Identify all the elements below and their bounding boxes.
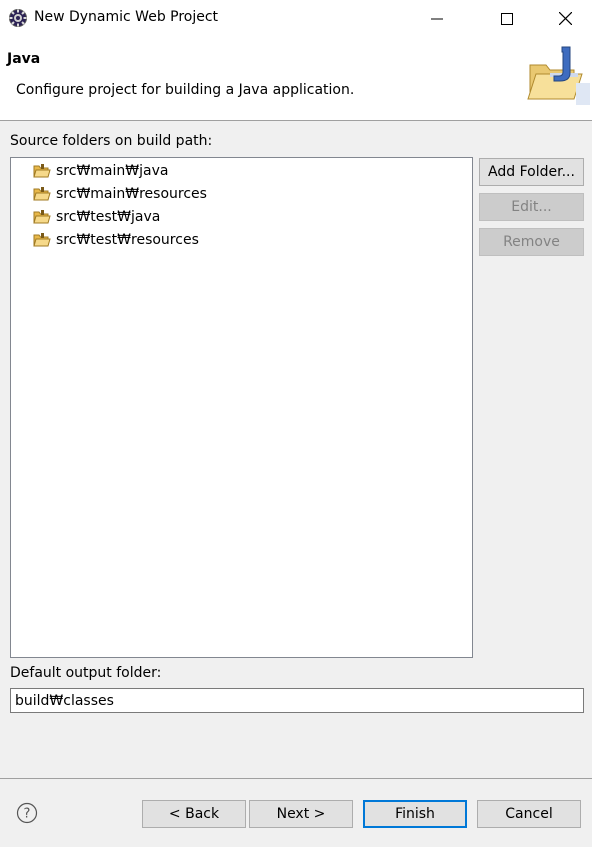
finish-button[interactable]: Finish <box>363 800 467 828</box>
tree-item-label: src₩test₩resources <box>56 232 199 248</box>
tree-item[interactable]: src₩main₩resources <box>33 184 207 204</box>
help-icon[interactable]: ? <box>16 802 38 824</box>
wizard-header: Java Configure project for building a Ja… <box>0 37 592 121</box>
minimize-button[interactable] <box>414 0 460 37</box>
source-folder-icon <box>33 187 51 201</box>
output-folder-field[interactable] <box>10 688 584 713</box>
cancel-button[interactable]: Cancel <box>477 800 581 828</box>
add-folder-button[interactable]: Add Folder... <box>479 158 584 186</box>
source-folder-icon <box>33 164 51 178</box>
output-folder-label: Default output folder: <box>10 665 162 681</box>
tree-item[interactable]: src₩test₩resources <box>33 230 199 250</box>
page-title: Java <box>7 51 41 67</box>
tree-item-label: src₩test₩java <box>56 209 161 225</box>
edit-button[interactable]: Edit... <box>479 193 584 221</box>
close-icon <box>558 12 572 25</box>
back-button[interactable]: < Back <box>142 800 246 828</box>
svg-text:?: ? <box>24 807 31 822</box>
source-folders-tree[interactable]: src₩main₩java src₩main₩resources src₩tes… <box>10 157 473 658</box>
page-description: Configure project for building a Java ap… <box>16 82 355 98</box>
java-folder-wizard-icon <box>527 46 590 105</box>
maximize-icon <box>501 12 513 25</box>
footer-separator <box>0 778 592 779</box>
title-bar: New Dynamic Web Project <box>0 0 592 37</box>
minimize-icon <box>431 18 443 19</box>
eclipse-gear-icon <box>9 9 27 27</box>
source-folder-icon <box>33 210 51 224</box>
tree-item[interactable]: src₩test₩java <box>33 207 160 227</box>
window-title: New Dynamic Web Project <box>34 9 219 25</box>
next-button[interactable]: Next > <box>249 800 353 828</box>
tree-item-label: src₩main₩java <box>56 163 169 179</box>
source-folders-label: Source folders on build path: <box>10 133 213 149</box>
tree-item[interactable]: src₩main₩java <box>33 161 168 181</box>
remove-button[interactable]: Remove <box>479 228 584 256</box>
source-folder-icon <box>33 233 51 247</box>
close-button[interactable] <box>542 0 588 37</box>
tree-item-label: src₩main₩resources <box>56 186 207 202</box>
maximize-button[interactable] <box>484 0 530 37</box>
